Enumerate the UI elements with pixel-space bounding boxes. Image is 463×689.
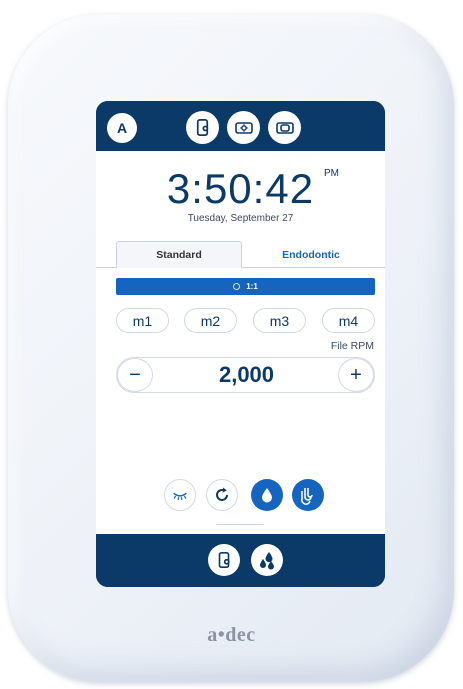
touchscreen: A 3:50:42 PM Tuesday, September 27 Stand… (96, 101, 385, 587)
clock-time: 3:50:42 (166, 165, 315, 212)
memory-button-m4[interactable]: m4 (322, 308, 375, 333)
rotation-direction-icon[interactable] (206, 479, 238, 511)
user-avatar[interactable]: A (107, 113, 137, 143)
clock-ampm: PM (324, 168, 339, 179)
scroll-indicator (216, 524, 264, 525)
fiber-optic-light-icon[interactable] (164, 479, 196, 511)
decrease-button[interactable]: − (117, 358, 153, 392)
ratio-bar[interactable]: 1:1 (116, 278, 375, 295)
footer-bar (96, 534, 385, 587)
clock-date: Tuesday, September 27 (187, 213, 294, 224)
light-icon[interactable] (227, 111, 260, 144)
camera-icon[interactable] (268, 111, 301, 144)
speed-value: 2,000 (218, 362, 275, 387)
header-bar: A (96, 101, 385, 151)
ratio-indicator-icon (233, 283, 241, 290)
main-panel: 3:50:42 PM Tuesday, September 27 Standar… (96, 151, 385, 534)
settings-device-icon[interactable] (186, 111, 219, 144)
speed-label: File RPM (330, 340, 374, 352)
memory-button-m1[interactable]: m1 (116, 308, 169, 333)
water-drop-icon[interactable] (251, 479, 283, 511)
brand-logo: a•dec (207, 624, 256, 646)
air-coolant-icon[interactable] (292, 479, 324, 511)
ratio-label: 1:1 (246, 282, 258, 291)
memory-button-m3[interactable]: m3 (253, 308, 306, 333)
speed-stepper: − 2,000 + (116, 357, 375, 393)
tab-endodontic[interactable]: Endodontic (246, 241, 376, 268)
tab-standard[interactable]: Standard (116, 241, 242, 268)
device-settings-icon[interactable] (208, 544, 240, 576)
increase-button[interactable]: + (338, 358, 374, 392)
water-bottle-icon[interactable] (251, 544, 283, 576)
memory-button-m2[interactable]: m2 (184, 308, 237, 333)
